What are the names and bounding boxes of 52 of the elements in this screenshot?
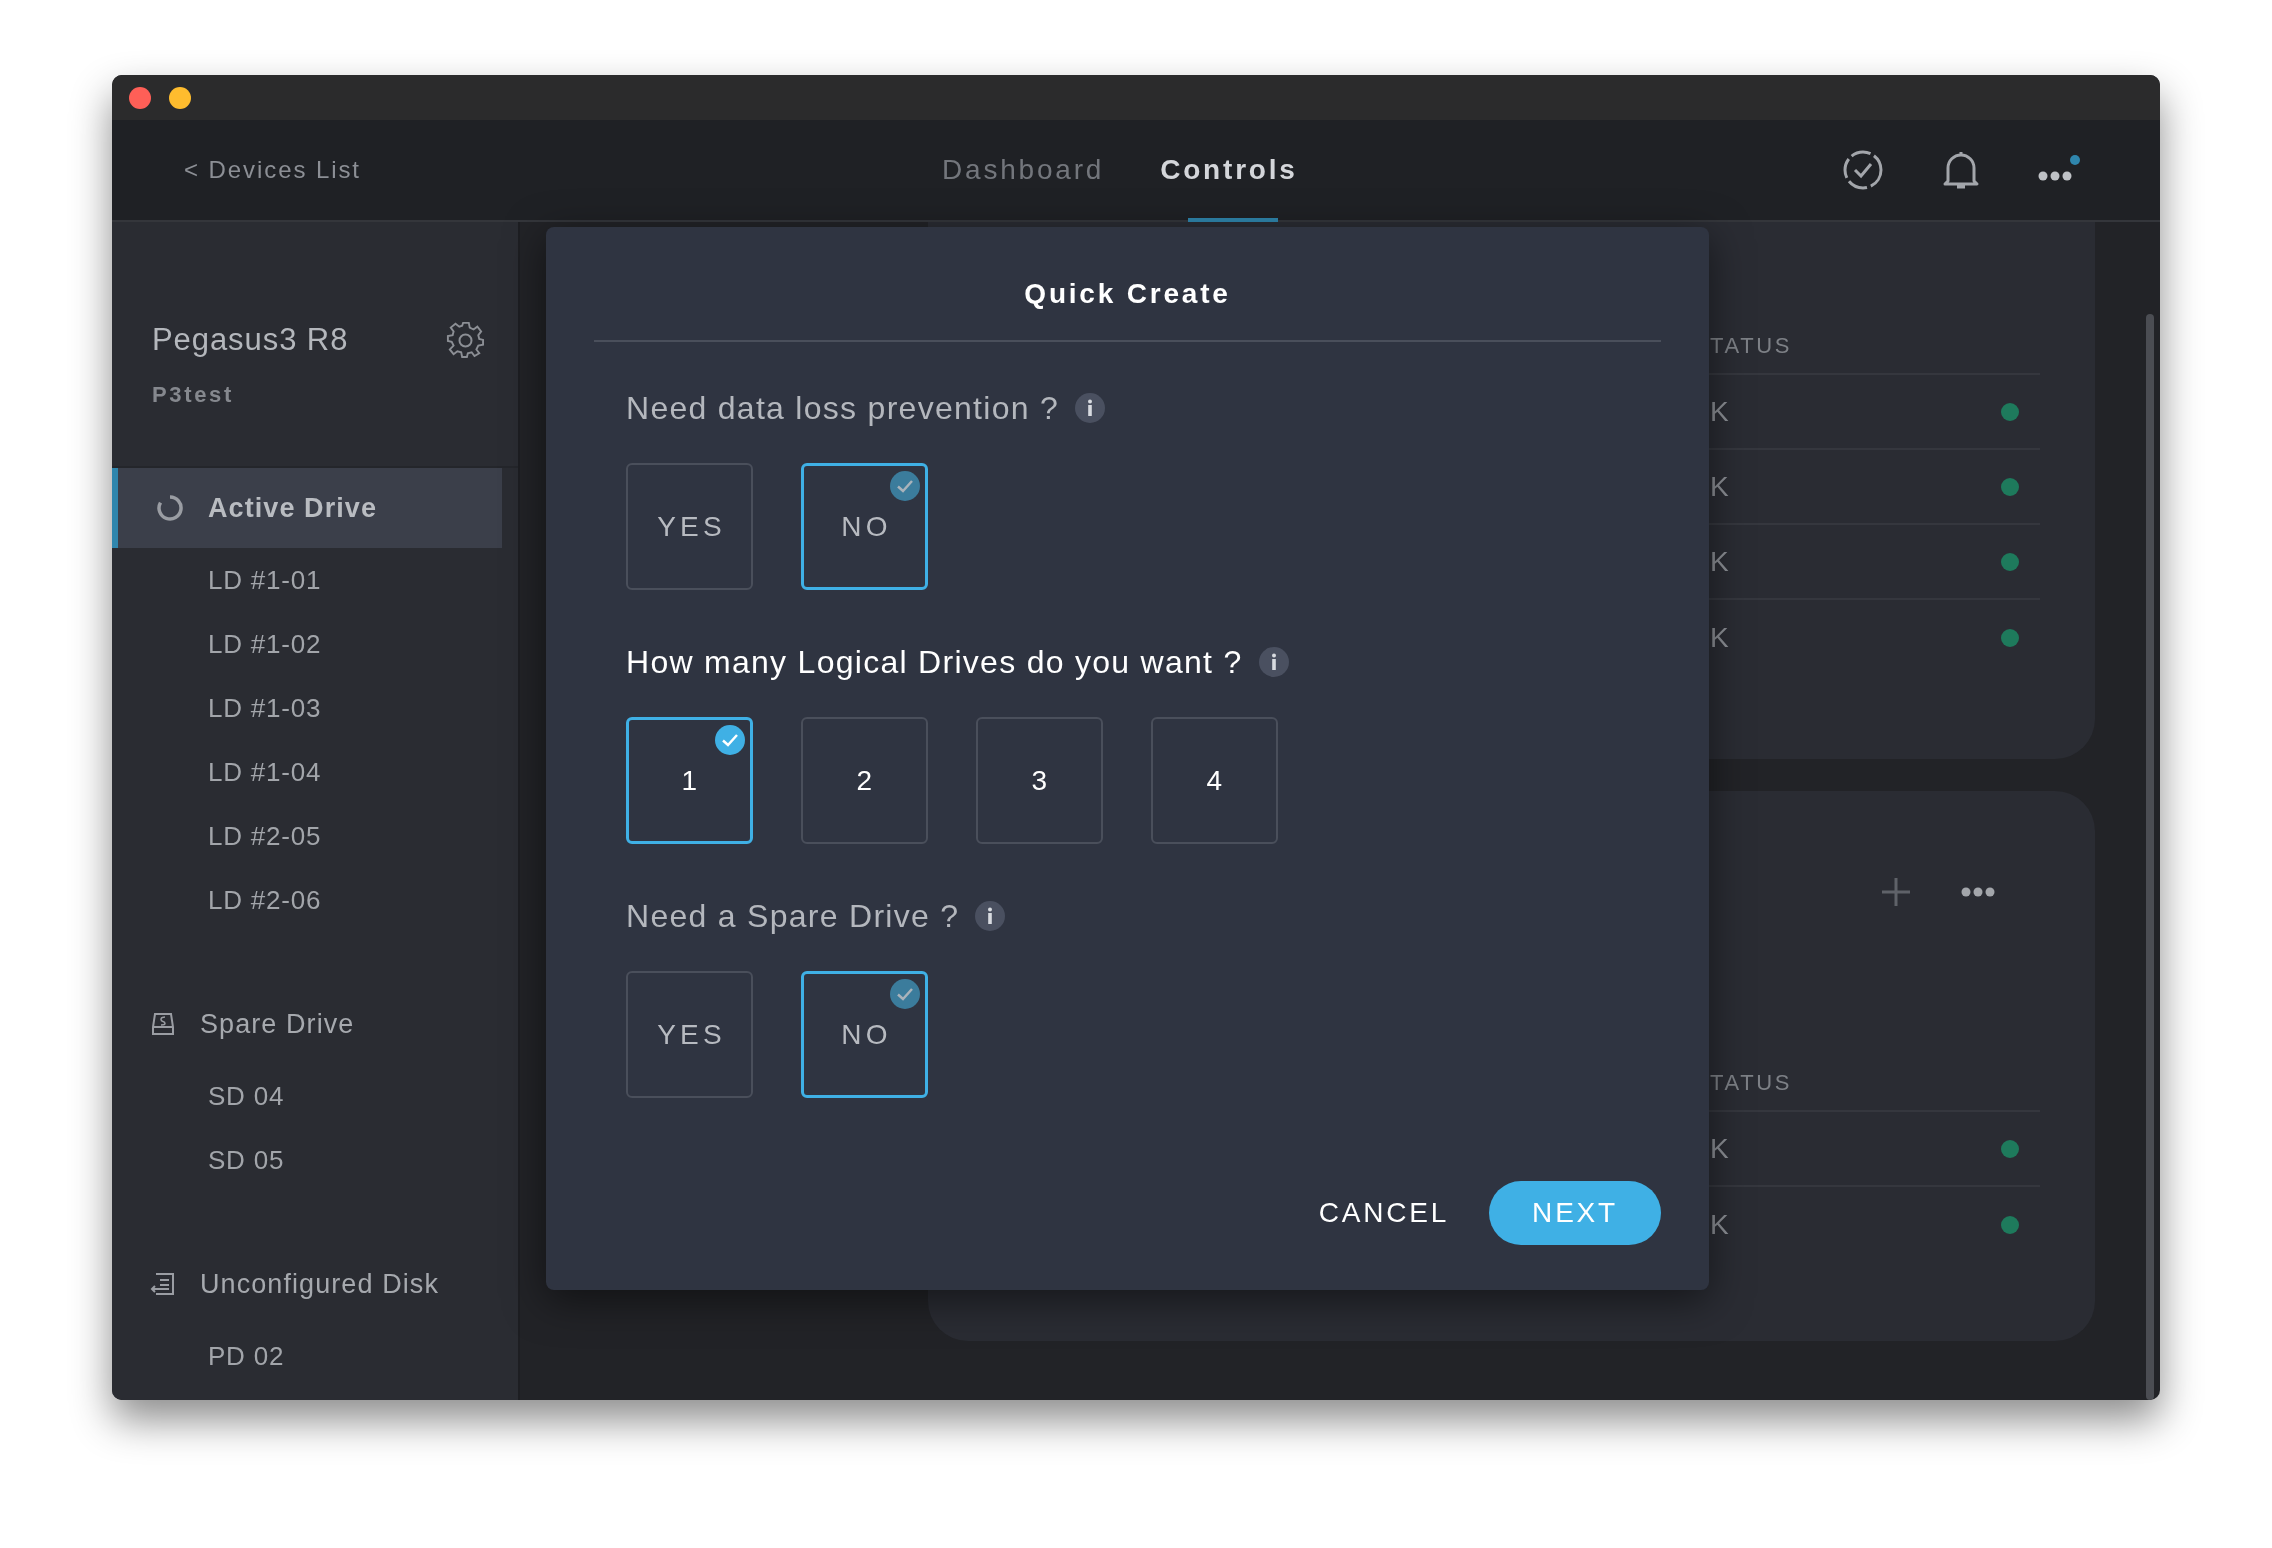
- table-cell-text: K: [1710, 1131, 1729, 1166]
- choice-option[interactable]: 3: [976, 717, 1103, 844]
- check-badge-icon: [715, 725, 745, 755]
- choice-option[interactable]: NO: [801, 463, 928, 590]
- device-subtitle: P3test: [152, 380, 234, 409]
- drive-icon: [150, 1011, 176, 1037]
- sidebar-item[interactable]: LD #1-02: [208, 624, 322, 664]
- scrollbar[interactable]: [2146, 314, 2154, 1400]
- sidebar-section[interactable]: Spare Drive: [112, 984, 502, 1064]
- sidebar-item[interactable]: LD #2-05: [208, 816, 322, 856]
- table-cell-text: K: [1710, 394, 1729, 429]
- table-cell-text: K: [1710, 544, 1729, 579]
- info-icon[interactable]: [975, 901, 1006, 931]
- sidebar-item[interactable]: LD #1-03: [208, 688, 322, 728]
- column-header: TATUS: [1710, 1069, 1793, 1097]
- choice-option[interactable]: 1: [626, 717, 753, 844]
- choice-option[interactable]: YES: [626, 463, 753, 590]
- choice-option[interactable]: 4: [1151, 717, 1278, 844]
- question-text: Need data loss prevention ?: [626, 389, 1060, 428]
- info-icon[interactable]: [1075, 393, 1106, 423]
- choice-option[interactable]: YES: [626, 971, 753, 1098]
- settings-icon[interactable]: [446, 320, 486, 361]
- question-text: How many Logical Drives do you want ?: [626, 643, 1243, 682]
- sidebar-item[interactable]: SD 04: [208, 1076, 285, 1116]
- check-circle-icon[interactable]: [1842, 149, 1884, 191]
- cancel-button[interactable]: CANCEL: [1318, 1181, 1450, 1245]
- bell-icon[interactable]: [1942, 149, 1980, 191]
- table-cell-text: K: [1710, 469, 1729, 504]
- table-cell-text: K: [1710, 620, 1729, 655]
- column-header: TATUS: [1710, 332, 1793, 360]
- choice-option[interactable]: NO: [801, 971, 928, 1098]
- list-icon: [150, 1271, 176, 1297]
- sidebar-item[interactable]: LD #2-06: [208, 880, 322, 920]
- sidebar-section[interactable]: Unconfigured Disk: [112, 1244, 502, 1324]
- sidebar-section[interactable]: Active Drive: [112, 468, 502, 548]
- more-icon[interactable]: [2038, 171, 2072, 181]
- sidebar-item[interactable]: LD #1-01: [208, 560, 322, 600]
- nav-tab[interactable]: Dashboard: [942, 120, 1105, 220]
- choice-option[interactable]: 2: [801, 717, 928, 844]
- dialog-title: Quick Create: [1024, 276, 1231, 311]
- device-name: Pegasus3 R8: [152, 321, 349, 359]
- table-cell-text: K: [1710, 1207, 1729, 1242]
- check-badge-icon: [890, 471, 920, 501]
- sidebar-item[interactable]: PD 02: [208, 1336, 285, 1376]
- sidebar-item[interactable]: SD 05: [208, 1140, 285, 1180]
- question-text: Need a Spare Drive ?: [626, 897, 960, 936]
- more-icon[interactable]: [1961, 887, 1995, 897]
- nav-tab[interactable]: Controls: [1160, 120, 1298, 220]
- sidebar-item[interactable]: LD #1-04: [208, 752, 322, 792]
- back-link[interactable]: < Devices List: [184, 152, 361, 188]
- info-icon[interactable]: [1258, 647, 1289, 677]
- check-badge-icon: [890, 979, 920, 1009]
